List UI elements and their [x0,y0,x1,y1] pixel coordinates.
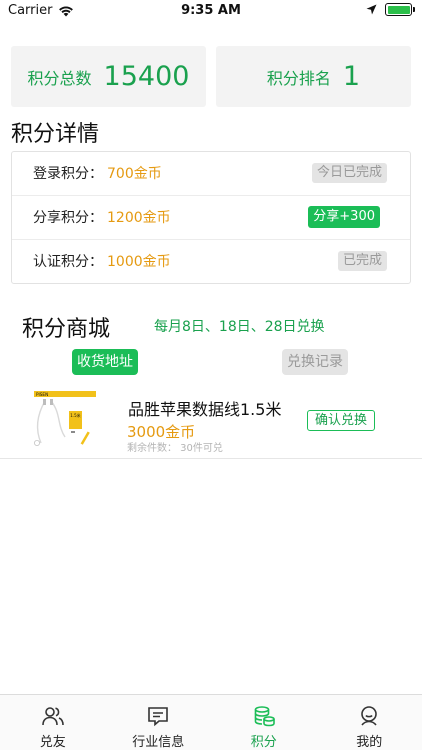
detail-row-verify: 认证积分： 1000金币 已完成 [12,240,410,284]
product-image: PISEN 1.5米 [31,385,99,453]
tab-label: 兑友 [39,735,66,750]
tab-profile[interactable]: 我的 [317,695,422,750]
confirm-exchange-button[interactable]: 确认兑换 [307,410,376,431]
detail-value: 700金币 [107,166,162,182]
points-shop-title: 积分商城 [22,317,111,342]
exchange-schedule-note: 每月8日、18日、28日兑换 [154,319,325,335]
bottom-tab-bar: 兑友 行业信息 积分 我的 [0,694,422,750]
points-rank-card: 积分排名 1 [216,46,411,107]
tab-industry-news[interactable]: 行业信息 [106,695,212,750]
total-points-label: 积分总数 [27,68,92,88]
product-stock: 剩余件数： 30件可兑 [127,443,223,454]
profile-icon [361,706,378,726]
detail-label: 登录积分： [33,166,103,182]
tab-label: 积分 [250,735,277,750]
tab-label: 行业信息 [132,735,185,750]
detail-value: 1000金币 [107,254,171,270]
product-name[interactable]: 品胜苹果数据线1.5米 [128,396,281,420]
tab-label: 我的 [356,735,383,750]
shipping-address-button[interactable]: 收货地址 [72,349,138,375]
news-icon [148,707,169,727]
tab-points[interactable]: 积分 [211,695,317,750]
tab-friends[interactable]: 兑友 [0,695,106,750]
points-details-list: 登录积分： 700金币 今日已完成 分享积分： 1200金币 分享+300 认证… [11,151,411,284]
battery-icon [385,3,415,16]
points-rank-value: 1 [342,61,361,92]
detail-row-login: 登录积分： 700金币 今日已完成 [12,152,410,196]
detail-label: 认证积分： [33,254,103,270]
points-details-title: 积分详情 [11,122,100,147]
friends-icon [41,707,64,726]
product-image-brand: PISEN [36,392,48,397]
login-status-badge: 今日已完成 [311,163,387,183]
total-points-card: 积分总数 15400 [11,46,206,107]
verify-status-badge: 已完成 [337,251,387,271]
share-button[interactable]: 分享+300 [308,206,380,228]
total-points-value: 15400 [103,61,190,92]
points-screen: Carrier 9:35 AM 积分总数 15400 积分排名 1 积分详情 登… [0,0,422,750]
product-list-item: PISEN 1.5米 品胜苹果数据线1.5米 3000金币 剩余件数： 30件可… [0,383,422,459]
coins-icon [254,706,275,727]
status-time: 9:35 AM [181,3,241,18]
location-arrow-icon [366,4,377,15]
detail-row-share: 分享积分： 1200金币 分享+300 [12,196,410,240]
points-rank-label: 积分排名 [266,68,331,88]
detail-value: 1200金币 [107,210,171,226]
product-image-tag: 1.5米 [70,412,80,418]
exchange-records-button[interactable]: 兑换记录 [282,349,348,375]
detail-label: 分享积分： [33,210,103,226]
status-bar: Carrier 9:35 AM [0,0,422,22]
